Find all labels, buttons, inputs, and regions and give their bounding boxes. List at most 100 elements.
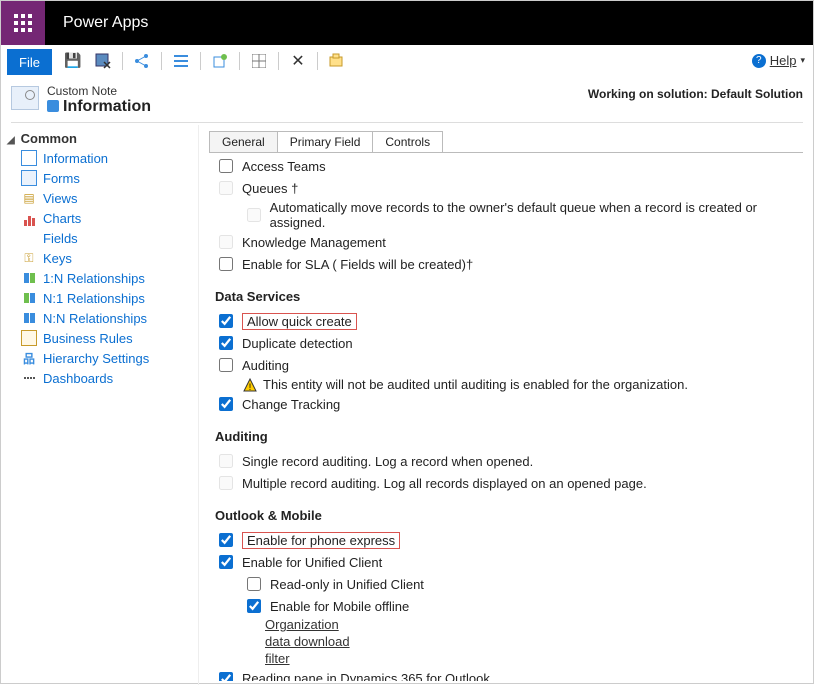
n-one-icon bbox=[21, 290, 37, 306]
save-close-icon[interactable] bbox=[92, 50, 114, 72]
sidebar-item-dashboards[interactable]: Dashboards bbox=[21, 368, 198, 388]
relationships-svg-icon bbox=[134, 53, 150, 69]
multi-audit-checkbox[interactable] bbox=[219, 476, 233, 490]
help-label: Help bbox=[770, 53, 797, 68]
form-icon bbox=[21, 170, 37, 186]
sidebar-item-label: 1:N Relationships bbox=[43, 271, 145, 286]
queues-auto-checkbox[interactable] bbox=[247, 208, 261, 222]
collapse-icon: ◢ bbox=[7, 135, 17, 146]
unified-client-checkbox[interactable] bbox=[219, 555, 233, 569]
sidebar-item-label: Business Rules bbox=[43, 331, 133, 346]
sidebar-item-charts[interactable]: Charts bbox=[21, 208, 198, 228]
sidebar-item-hierarchy[interactable]: 品 Hierarchy Settings bbox=[21, 348, 198, 368]
relationships-icon[interactable] bbox=[131, 50, 153, 72]
sidebar-item-views[interactable]: ▤Views bbox=[21, 188, 198, 208]
section-outlook-mobile: Outlook & Mobile bbox=[215, 508, 803, 523]
sidebar-item-forms[interactable]: Forms bbox=[21, 168, 198, 188]
tab-primary-field[interactable]: Primary Field bbox=[277, 131, 374, 152]
sidebar-item-label: Hierarchy Settings bbox=[43, 351, 149, 366]
divider bbox=[278, 52, 279, 70]
queues-label: Queues † bbox=[242, 181, 298, 196]
sidebar-item-label: Information bbox=[43, 151, 108, 166]
waffle-icon[interactable] bbox=[1, 1, 45, 45]
list-svg-icon bbox=[174, 54, 188, 68]
save-icon[interactable]: 💾 bbox=[62, 50, 84, 72]
sidebar-item-keys[interactable]: ⚿Keys bbox=[21, 248, 198, 268]
sidebar-item-1n[interactable]: 1:N Relationships bbox=[21, 268, 198, 288]
access-teams-checkbox[interactable] bbox=[219, 159, 233, 173]
sidebar-item-label: N:1 Relationships bbox=[43, 291, 145, 306]
form-scroll-area[interactable]: Access Teams Queues † Automatically move… bbox=[209, 155, 809, 681]
entity-name: Custom Note bbox=[47, 84, 117, 98]
managed-properties-svg-icon bbox=[329, 53, 345, 69]
allow-quick-create-label: Allow quick create bbox=[242, 313, 357, 330]
auditing-checkbox[interactable] bbox=[219, 358, 233, 372]
sla-label: Enable for SLA ( Fields will be created)… bbox=[242, 257, 473, 272]
sidebar-item-label: Dashboards bbox=[43, 371, 113, 386]
sidebar-item-label: Charts bbox=[43, 211, 81, 226]
org-link-line3: filter bbox=[265, 651, 290, 666]
phone-express-checkbox[interactable] bbox=[219, 533, 233, 547]
sidebar-item-business-rules[interactable]: Business Rules bbox=[21, 328, 198, 348]
duplicate-detection-label: Duplicate detection bbox=[242, 336, 353, 351]
knowledge-label: Knowledge Management bbox=[242, 235, 386, 250]
tab-controls[interactable]: Controls bbox=[372, 131, 443, 152]
delete-icon[interactable]: ✕ bbox=[287, 50, 309, 72]
divider bbox=[161, 52, 162, 70]
help-link[interactable]: ? Help ▾ bbox=[752, 53, 805, 68]
grid-icon[interactable] bbox=[248, 50, 270, 72]
divider bbox=[122, 52, 123, 70]
one-n-icon bbox=[21, 270, 37, 286]
rules-icon bbox=[21, 330, 37, 346]
single-audit-checkbox[interactable] bbox=[219, 454, 233, 468]
managed-properties-icon[interactable] bbox=[326, 50, 348, 72]
reading-pane-label: Reading pane in Dynamics 365 for Outlook bbox=[242, 671, 490, 681]
dashboard-icon bbox=[21, 370, 37, 386]
publish-icon[interactable] bbox=[209, 50, 231, 72]
tree-root-common[interactable]: ◢ Common bbox=[7, 131, 198, 146]
form-type-icon bbox=[47, 100, 59, 112]
save-close-svg-icon bbox=[95, 53, 111, 69]
section-auditing: Auditing bbox=[215, 429, 803, 444]
help-icon: ? bbox=[752, 54, 766, 68]
chart-icon bbox=[21, 210, 37, 226]
divider bbox=[200, 52, 201, 70]
org-link-line2: data download bbox=[265, 634, 350, 649]
access-teams-label: Access Teams bbox=[242, 159, 326, 174]
n-n-icon bbox=[21, 310, 37, 326]
sidebar-item-information[interactable]: Information bbox=[21, 148, 198, 168]
knowledge-checkbox[interactable] bbox=[219, 235, 233, 249]
mobile-offline-checkbox[interactable] bbox=[247, 599, 261, 613]
form-name: Information bbox=[47, 98, 151, 116]
tab-general[interactable]: General bbox=[209, 131, 278, 152]
sidebar-item-label: Fields bbox=[43, 231, 78, 246]
tree-root-label: Common bbox=[21, 131, 77, 146]
sidebar-item-label: N:N Relationships bbox=[43, 311, 147, 326]
sidebar-item-n1[interactable]: N:1 Relationships bbox=[21, 288, 198, 308]
phone-express-label: Enable for phone express bbox=[242, 532, 400, 549]
readonly-unified-checkbox[interactable] bbox=[247, 577, 261, 591]
file-menu-button[interactable]: File bbox=[7, 49, 52, 75]
allow-quick-create-checkbox[interactable] bbox=[219, 314, 233, 328]
org-data-download-link[interactable]: Organization data download filter bbox=[265, 617, 803, 668]
queues-checkbox[interactable] bbox=[219, 181, 233, 195]
single-audit-label: Single record auditing. Log a record whe… bbox=[242, 454, 533, 469]
entity-icon bbox=[11, 86, 39, 110]
apps-grid-icon bbox=[14, 14, 32, 32]
app-title: Power Apps bbox=[63, 14, 148, 32]
sidebar-item-fields[interactable]: Fields bbox=[21, 228, 198, 248]
sla-checkbox[interactable] bbox=[219, 257, 233, 271]
multi-audit-label: Multiple record auditing. Log all record… bbox=[242, 476, 647, 491]
change-tracking-checkbox[interactable] bbox=[219, 397, 233, 411]
unified-client-label: Enable for Unified Client bbox=[242, 555, 382, 570]
list-icon[interactable] bbox=[170, 50, 192, 72]
hierarchy-icon: 品 bbox=[21, 350, 37, 366]
sidebar-item-label: Forms bbox=[43, 171, 80, 186]
divider bbox=[239, 52, 240, 70]
duplicate-detection-checkbox[interactable] bbox=[219, 336, 233, 350]
readonly-unified-label: Read-only in Unified Client bbox=[270, 577, 424, 592]
sidebar-item-label: Views bbox=[43, 191, 77, 206]
reading-pane-checkbox[interactable] bbox=[219, 672, 233, 681]
key-icon: ⚿ bbox=[21, 250, 37, 266]
sidebar-item-nn[interactable]: N:N Relationships bbox=[21, 308, 198, 328]
